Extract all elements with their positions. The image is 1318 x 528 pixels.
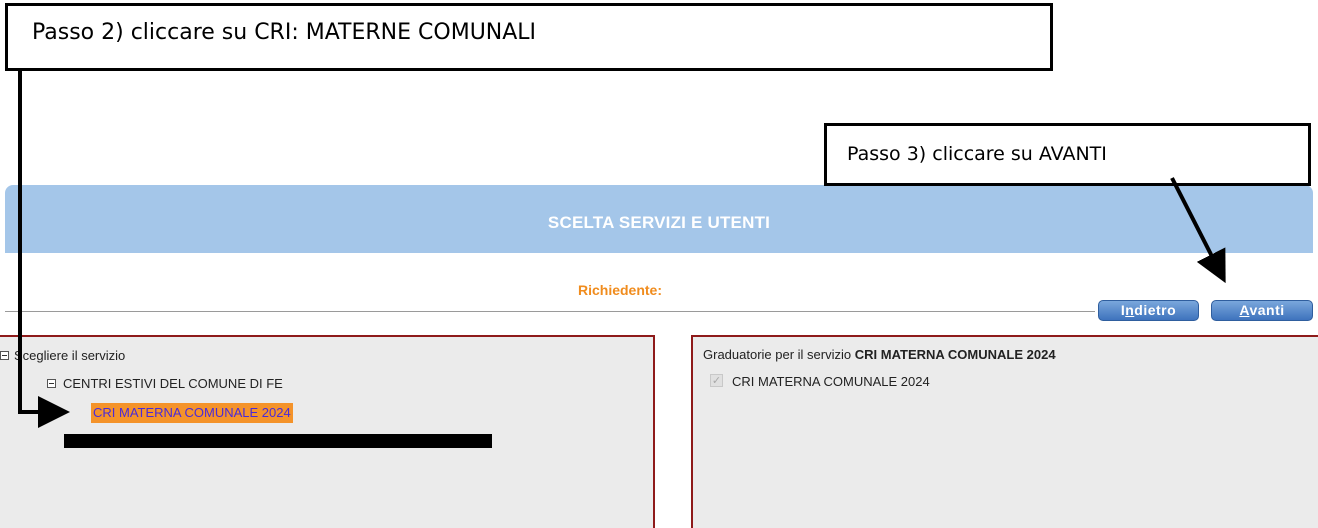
page-title: SCELTA SERVIZI E UTENTI — [547, 213, 771, 232]
next-button-rest: vanti — [1249, 302, 1285, 318]
collapse-icon[interactable] — [0, 351, 9, 360]
next-button[interactable]: Avanti — [1211, 300, 1313, 321]
rankings-heading-prefix: Graduatorie per il servizio — [703, 347, 852, 362]
redaction-bar — [64, 434, 492, 448]
back-button-accelerator: n — [1125, 302, 1135, 318]
tree-root-label: Scegliere il servizio — [14, 348, 126, 363]
requester-label: Richiedente: — [577, 282, 662, 298]
service-tree-panel — [0, 335, 655, 528]
next-button-accelerator: A — [1239, 302, 1250, 318]
divider — [5, 311, 1095, 312]
back-button-rest: dietro — [1134, 302, 1177, 318]
annotation-step-2: Passo 2) cliccare su CRI: MATERNE COMUNA… — [5, 3, 1053, 71]
ranking-item-label: CRI MATERNA COMUNALE 2024 — [732, 374, 930, 389]
tree-item-cri-materna[interactable]: CRI MATERNA COMUNALE 2024 — [91, 403, 293, 423]
annotation-step-3-text: Passo 3) cliccare su AVANTI — [847, 143, 1107, 165]
collapse-icon[interactable] — [47, 379, 56, 388]
rankings-panel — [691, 335, 1318, 528]
annotation-step-2-text: Passo 2) cliccare su CRI: MATERNE COMUNA… — [32, 20, 537, 45]
page-header: SCELTA SERVIZI E UTENTI — [5, 185, 1313, 253]
rankings-heading-service: CRI MATERNA COMUNALE 2024 — [854, 347, 1056, 362]
tree-group-label: CENTRI ESTIVI DEL COMUNE DI FE — [63, 376, 283, 391]
ranking-checkbox[interactable]: ✓ — [710, 374, 723, 387]
rankings-heading: Graduatorie per il servizio CRI MATERNA … — [703, 347, 1056, 362]
back-button[interactable]: Indietro — [1098, 300, 1199, 321]
annotation-step-3: Passo 3) cliccare su AVANTI — [824, 123, 1311, 186]
